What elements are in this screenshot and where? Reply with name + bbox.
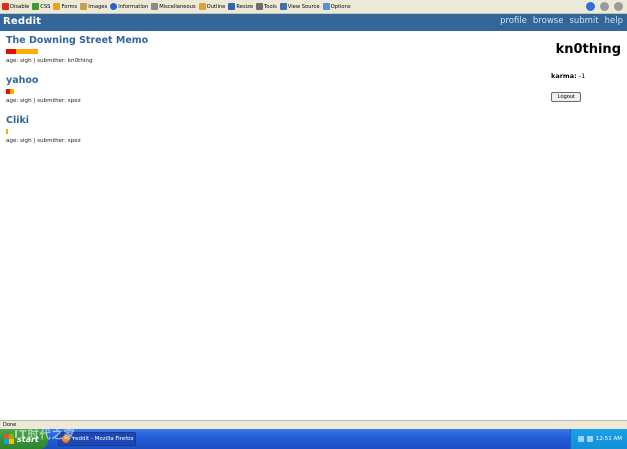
toolbar-tools[interactable]: Tools (256, 3, 277, 10)
story-meta: age: sigh | submitter: spez (6, 98, 81, 104)
clock[interactable]: 12:51 AM (596, 436, 622, 442)
browser-window: Disable CSS Forms Images Information Mis… (0, 0, 627, 449)
toolbar-disable[interactable]: Disable (2, 3, 29, 10)
toolbar-options[interactable]: Options (322, 3, 351, 10)
score-bar-orange (6, 129, 8, 134)
windows-taskbar: start reddit - Mozilla Firefox 12:51 AM (0, 429, 627, 449)
toolbar-view-source[interactable]: View Source (279, 3, 320, 10)
windows-logo-icon (4, 434, 14, 444)
toolbar-resize[interactable]: Resize (228, 3, 253, 10)
score-bar (6, 49, 506, 54)
taskbar-firefox-window[interactable]: reddit - Mozilla Firefox (58, 432, 136, 446)
toolbar-outline[interactable]: Outline (198, 3, 225, 10)
nav-submit-link[interactable]: submit (569, 16, 598, 26)
score-bar-red (6, 49, 16, 54)
toolbar-information[interactable]: Information (110, 3, 148, 10)
toolbar-images[interactable]: Images (80, 3, 107, 10)
task-label: reddit - Mozilla Firefox (73, 436, 134, 442)
score-bar (6, 89, 506, 94)
status-ok-icon[interactable] (586, 2, 595, 11)
web-developer-toolbar: Disable CSS Forms Images Information Mis… (0, 0, 627, 14)
status-bar: Done (0, 420, 627, 429)
view-source-icon (279, 3, 287, 10)
toolbar-miscellaneous[interactable]: Miscellaneous (151, 3, 196, 10)
story-title-link[interactable]: Cliki (6, 115, 506, 128)
firefox-icon (62, 435, 70, 443)
outline-icon (198, 3, 206, 10)
information-icon (110, 3, 118, 10)
tools-icon (256, 3, 264, 10)
list-item: Cliki age: sigh | submitter: spez (6, 115, 506, 144)
miscellaneous-icon (151, 3, 159, 10)
system-tray: 12:51 AM (570, 429, 627, 449)
story-list: The Downing Street Memo age: sigh | subm… (6, 35, 506, 155)
score-bar-orange (16, 49, 38, 54)
disable-icon (2, 3, 9, 10)
list-item: yahoo age: sigh | submitter: spez (6, 75, 506, 104)
score-bar-orange (10, 89, 14, 94)
username-heading: kn0thing (555, 42, 621, 57)
karma-label: karma: (551, 72, 577, 80)
score-bar (6, 129, 506, 134)
start-button[interactable]: start (0, 429, 48, 449)
story-meta: age: sigh | submitter: spez (6, 138, 81, 144)
resize-icon (228, 3, 236, 10)
toolbar-forms[interactable]: Forms (53, 3, 77, 10)
forms-icon (53, 3, 61, 10)
toolbar-status-icons (581, 2, 623, 11)
nav-help-link[interactable]: help (605, 16, 623, 26)
toolbar-css[interactable]: CSS (32, 3, 50, 10)
volume-icon[interactable] (586, 436, 593, 442)
karma-value: -1 (578, 72, 586, 80)
site-logo[interactable]: Reddit (3, 16, 41, 27)
status-js-icon[interactable] (614, 2, 623, 11)
story-title-link[interactable]: The Downing Street Memo (6, 35, 506, 48)
karma-readout: karma: -1 (551, 72, 621, 80)
site-header: Reddit profile browse submit help (0, 14, 627, 31)
start-label: start (17, 434, 39, 444)
images-icon (80, 3, 88, 10)
nav-profile-link[interactable]: profile (500, 16, 527, 26)
story-title-link[interactable]: yahoo (6, 75, 506, 88)
nav-browse-link[interactable]: browse (533, 16, 564, 26)
user-sidebar: kn0thing karma: -1 Logout (541, 42, 621, 102)
status-css-icon[interactable] (600, 2, 609, 11)
logout-button[interactable]: Logout (551, 92, 581, 102)
list-item: The Downing Street Memo age: sigh | subm… (6, 35, 506, 64)
options-icon (322, 3, 330, 10)
css-icon (32, 3, 40, 10)
story-meta: age: sigh | submitter: kn0thing (6, 58, 93, 64)
network-icon[interactable] (577, 436, 584, 442)
top-nav: profile browse submit help (494, 16, 623, 26)
